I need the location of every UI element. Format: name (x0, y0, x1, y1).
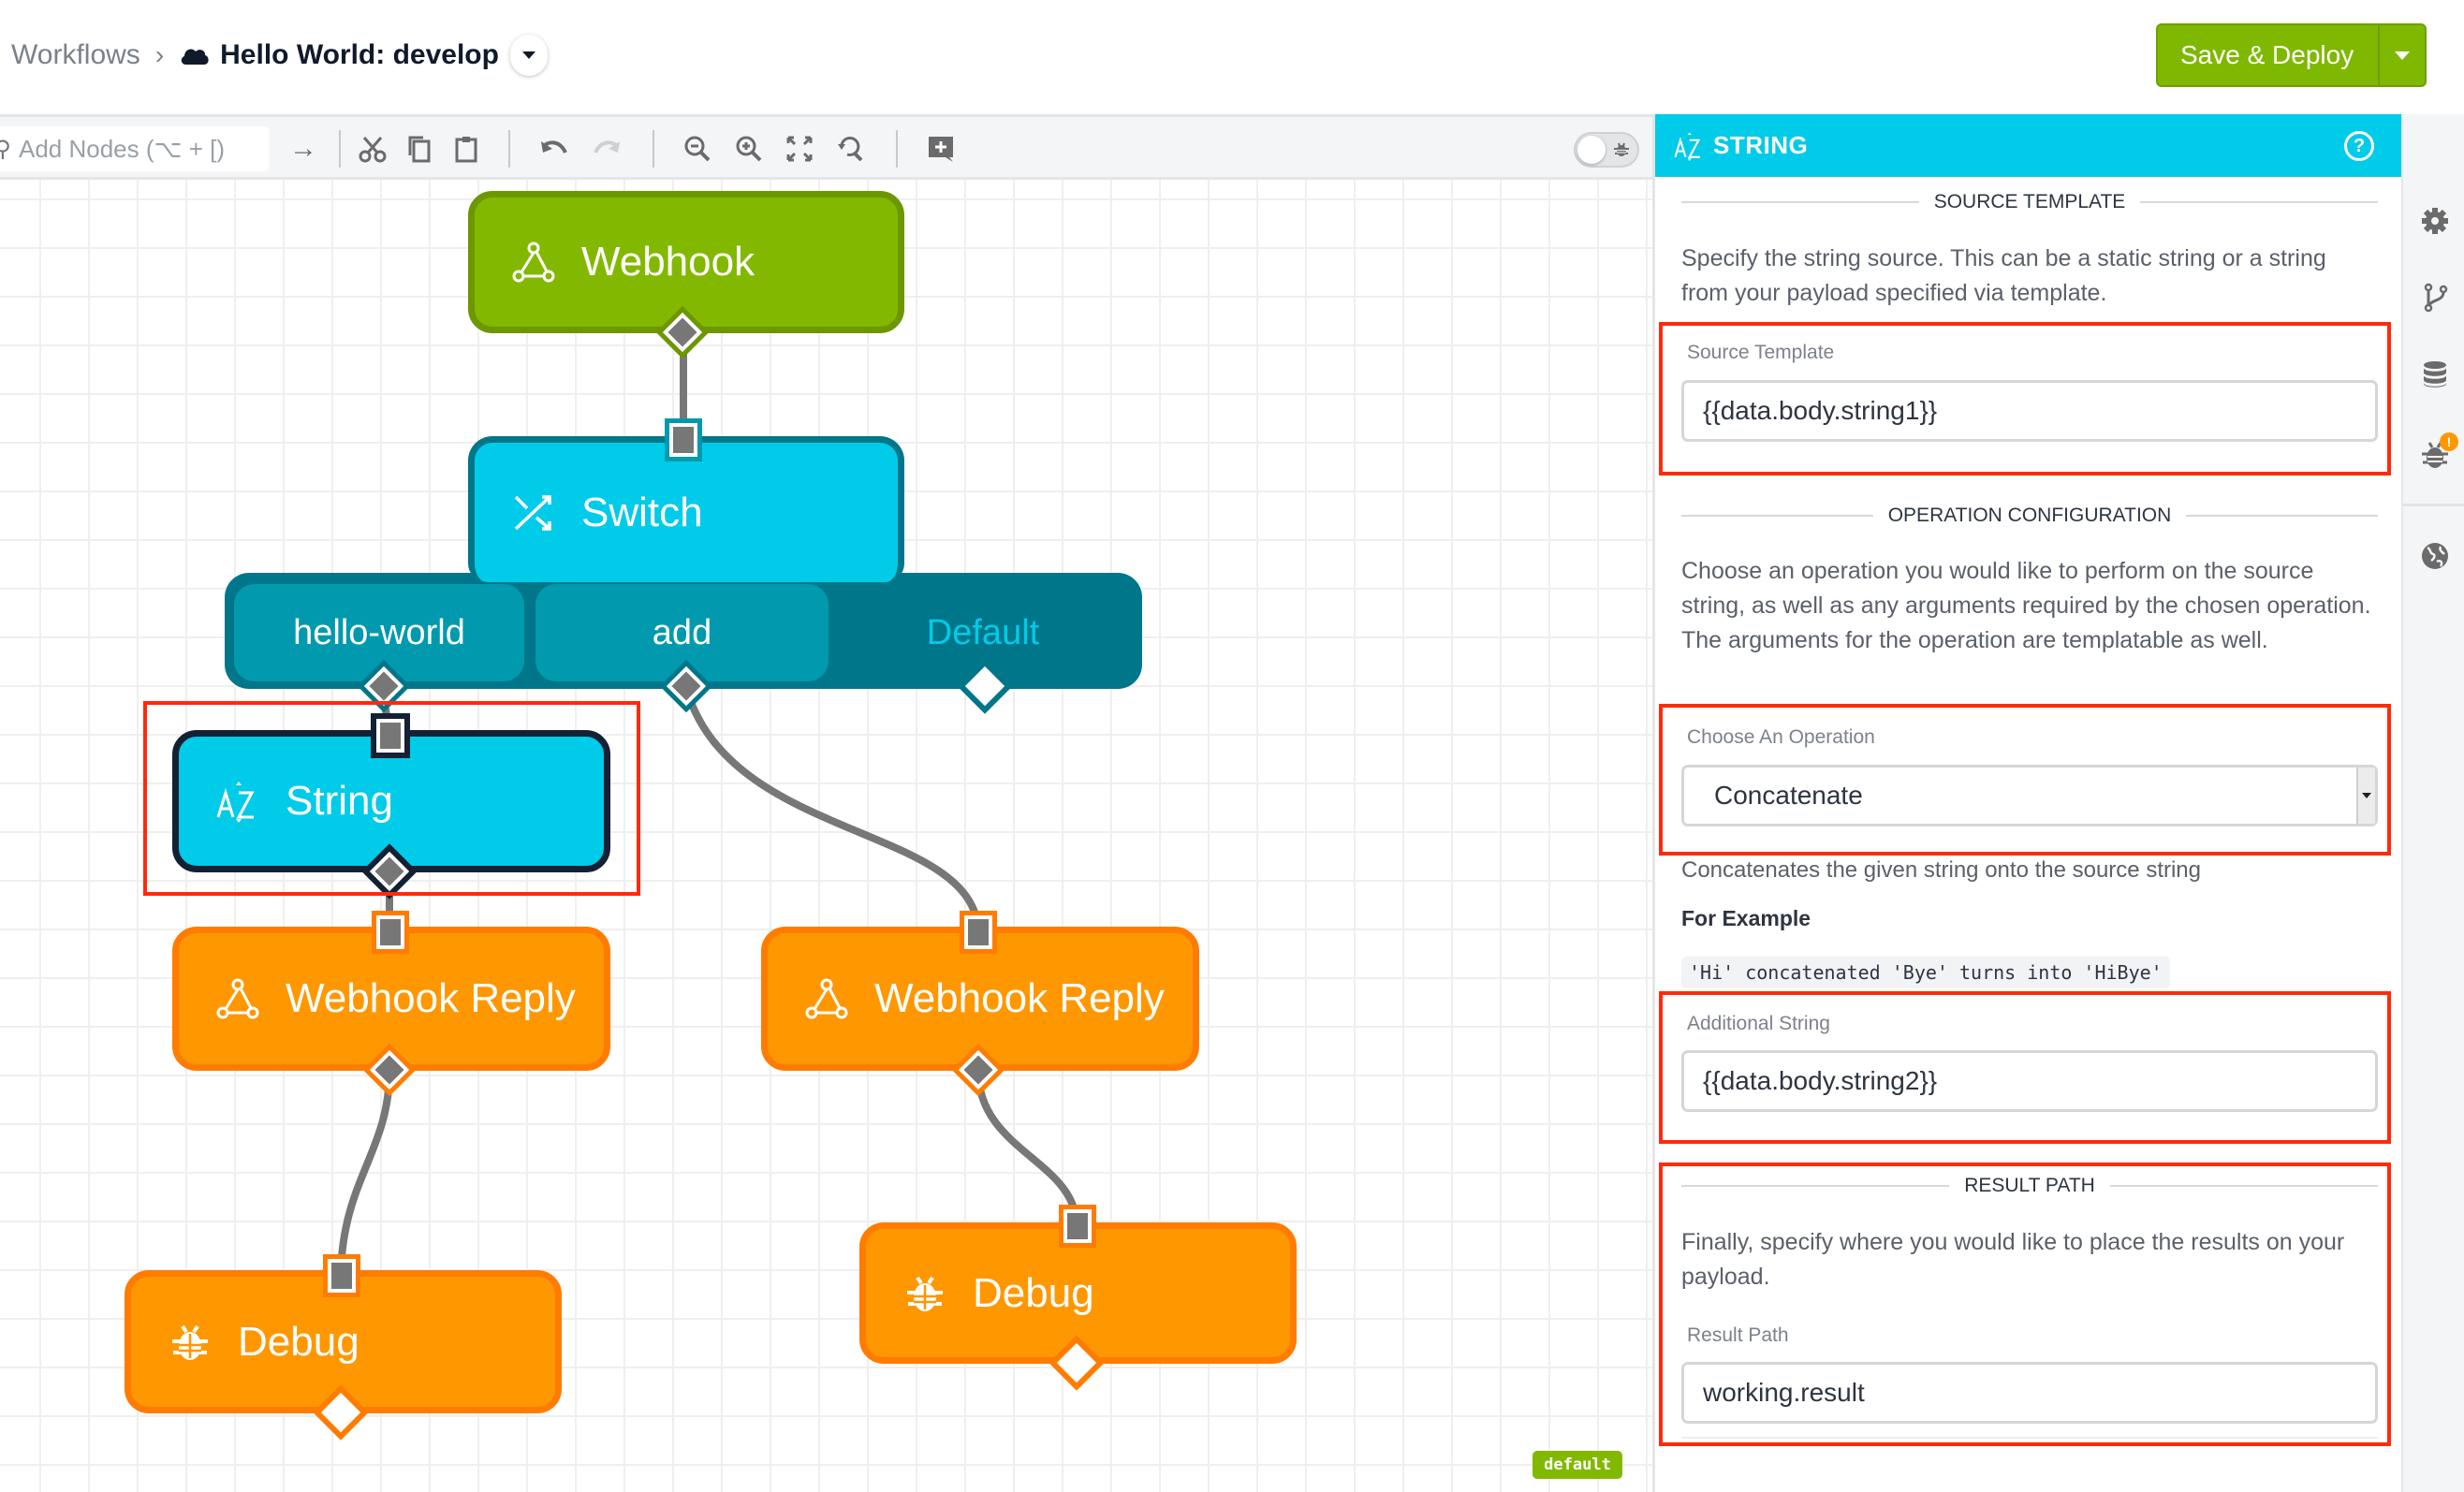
zoom-out-icon[interactable] (679, 130, 716, 168)
breadcrumb-separator: › (154, 40, 165, 69)
annotation-highlight-source-template (1659, 322, 2391, 475)
node-webhook[interactable]: Webhook (468, 191, 904, 333)
input-port[interactable] (323, 1254, 360, 1297)
section-title-text: SOURCE TEMPLATE (1933, 191, 2126, 212)
node-debug-right[interactable]: Debug (859, 1222, 1297, 1364)
zoom-in-icon[interactable] (730, 130, 768, 168)
panel-title: STRING (1713, 131, 1809, 159)
bug-icon (172, 1324, 208, 1360)
chevron-down-icon (521, 51, 535, 59)
edge-webhookreply-debug-right (975, 1070, 1080, 1227)
copy-icon[interactable] (401, 130, 438, 168)
redo-icon[interactable] (588, 130, 625, 168)
fit-screen-icon[interactable] (781, 130, 818, 168)
versions-icon[interactable] (2420, 283, 2450, 313)
bug-icon (1614, 142, 1629, 156)
debug-mode-toggle[interactable] (1574, 132, 1639, 168)
top-header: Workflows › Hello World: develop Save & … (0, 0, 2464, 114)
operation-help-text: Concatenates the given string onto the s… (1681, 857, 2201, 883)
input-port[interactable] (960, 911, 997, 954)
annotation-highlight-operation (1659, 704, 2391, 856)
toggle-knob (1577, 136, 1606, 164)
panel-header: STRING ? (1655, 114, 2404, 177)
node-label: Switch (581, 489, 703, 535)
undo-icon[interactable] (535, 130, 573, 168)
bug-icon (907, 1276, 943, 1311)
workflow-title: Hello World: develop (220, 39, 499, 70)
add-nodes-input[interactable]: ⚲ Add Nodes (⌥ + [) (0, 126, 270, 171)
right-rail: ! (2401, 114, 2464, 1492)
environment-badge: default (1533, 1451, 1622, 1479)
chevron-down-icon (2395, 51, 2411, 60)
node-label: Debug (238, 1318, 359, 1365)
annotation-highlight-string-node (143, 701, 640, 896)
webhook-icon (512, 241, 555, 283)
globe-icon[interactable] (2420, 541, 2450, 571)
example-heading: For Example (1681, 906, 1811, 930)
rail-divider (2403, 504, 2464, 506)
storage-icon[interactable] (2420, 359, 2450, 389)
edge-webhookreply-debug-left (337, 1070, 393, 1276)
input-port[interactable] (372, 911, 409, 954)
breadcrumb-workflows-link[interactable]: Workflows (11, 39, 140, 71)
section-title-text: OPERATION CONFIGURATION (1887, 505, 2172, 526)
settings-icon[interactable] (2420, 206, 2450, 236)
toolbar-divider (653, 130, 654, 168)
toolbar-divider (339, 130, 341, 168)
edge-add-webhookreply (682, 686, 982, 932)
node-label: Webhook Reply (286, 975, 576, 1021)
section-title-operation: OPERATION CONFIGURATION (1681, 502, 2378, 530)
webhook-icon (805, 978, 848, 1019)
input-port[interactable] (1059, 1205, 1096, 1248)
node-switch[interactable]: Switch (468, 436, 904, 582)
input-port[interactable] (665, 418, 702, 461)
webhook-icon (216, 978, 259, 1019)
example-code: 'Hi' concatenated 'Bye' turns into 'HiBy… (1681, 957, 2170, 988)
node-label: Webhook (581, 239, 755, 285)
workflow-editor: Workflows › Hello World: develop Save & … (0, 0, 2464, 1492)
deploy-button-group: Save & Deploy (2156, 23, 2427, 87)
add-nodes-placeholder: Add Nodes (⌥ + [) (19, 134, 225, 163)
arrow-right-icon[interactable]: → (285, 130, 322, 168)
save-deploy-button[interactable]: Save & Deploy (2158, 25, 2381, 85)
toolbar-divider (896, 130, 898, 168)
switch-branch-add[interactable]: add (535, 584, 829, 681)
debug-alert-badge: ! (2440, 432, 2458, 451)
add-comment-icon[interactable] (922, 130, 960, 168)
help-icon[interactable]: ? (2344, 131, 2374, 161)
annotation-highlight-result-path (1659, 1163, 2391, 1446)
sort-alpha-icon (1674, 131, 1701, 161)
annotation-highlight-additional-string (1659, 991, 2391, 1144)
toolbar-divider (508, 130, 510, 168)
breadcrumb: Workflows › Hello World: develop (11, 32, 548, 79)
node-label: Webhook Reply (874, 975, 1165, 1021)
node-label: Debug (973, 1269, 1094, 1316)
operation-description: Choose an operation you would like to pe… (1681, 558, 2371, 653)
deploy-options-button[interactable] (2380, 25, 2425, 85)
source-description: Specify the string source. This can be a… (1681, 245, 2326, 306)
cut-icon[interactable] (354, 130, 391, 168)
canvas-toolbar: ⚲ Add Nodes (⌥ + [) → (0, 114, 1652, 180)
switch-branch-hello-world[interactable]: hello-world (234, 584, 524, 681)
section-title-source: SOURCE TEMPLATE (1681, 188, 2378, 216)
paste-icon[interactable] (447, 130, 485, 168)
shuffle-icon (514, 494, 551, 531)
search-icon: ⚲ (0, 136, 11, 162)
cloud-icon (181, 49, 209, 65)
workflow-menu-button[interactable] (509, 35, 548, 76)
reset-zoom-icon[interactable] (831, 130, 869, 168)
